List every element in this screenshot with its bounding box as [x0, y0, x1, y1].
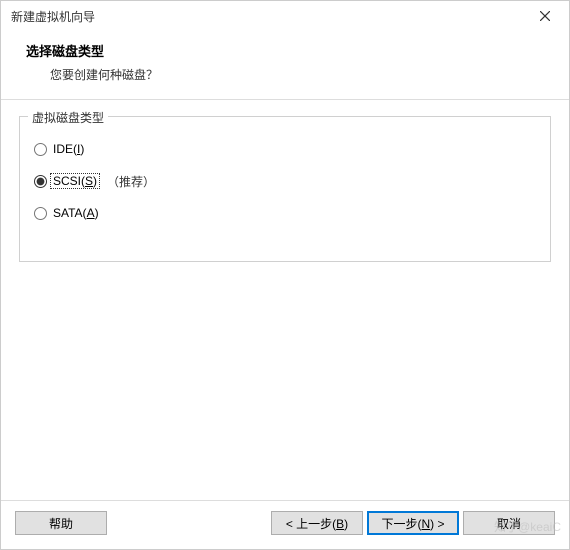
radio-scsi[interactable] [34, 175, 47, 188]
recommend-label: （推荐） [107, 173, 155, 190]
title-bar: 新建虚拟机向导 [1, 1, 569, 31]
next-button[interactable]: 下一步(N) > [367, 511, 459, 535]
nav-button-group: < 上一步(B) 下一步(N) > 取消 [271, 511, 555, 535]
page-subtitle: 您要创建何种磁盘？ [50, 66, 559, 83]
disk-type-groupbox: 虚拟磁盘类型 IDE(I) SCSI(S) （推荐） SATA(A) [19, 116, 551, 262]
radio-ide[interactable] [34, 143, 47, 156]
back-button[interactable]: < 上一步(B) [271, 511, 363, 535]
close-icon [540, 11, 550, 21]
close-button[interactable] [529, 3, 561, 29]
groupbox-legend: 虚拟磁盘类型 [28, 109, 108, 126]
cancel-button[interactable]: 取消 [463, 511, 555, 535]
content-area: 虚拟磁盘类型 IDE(I) SCSI(S) （推荐） SATA(A) [1, 100, 569, 500]
radio-option-ide: IDE(I) [34, 139, 536, 159]
radio-option-scsi: SCSI(S) （推荐） [34, 171, 536, 191]
help-button[interactable]: 帮助 [15, 511, 107, 535]
wizard-header: 选择磁盘类型 您要创建何种磁盘？ [1, 31, 569, 99]
radio-sata-label[interactable]: SATA(A) [51, 206, 101, 220]
radio-scsi-label[interactable]: SCSI(S) [51, 174, 99, 188]
radio-option-sata: SATA(A) [34, 203, 536, 223]
radio-sata[interactable] [34, 207, 47, 220]
window-title: 新建虚拟机向导 [11, 8, 95, 25]
wizard-dialog: 新建虚拟机向导 选择磁盘类型 您要创建何种磁盘？ 虚拟磁盘类型 IDE(I) S… [0, 0, 570, 550]
page-title: 选择磁盘类型 [26, 41, 559, 60]
radio-ide-label[interactable]: IDE(I) [51, 142, 86, 156]
footer: 帮助 < 上一步(B) 下一步(N) > 取消 [1, 500, 569, 549]
